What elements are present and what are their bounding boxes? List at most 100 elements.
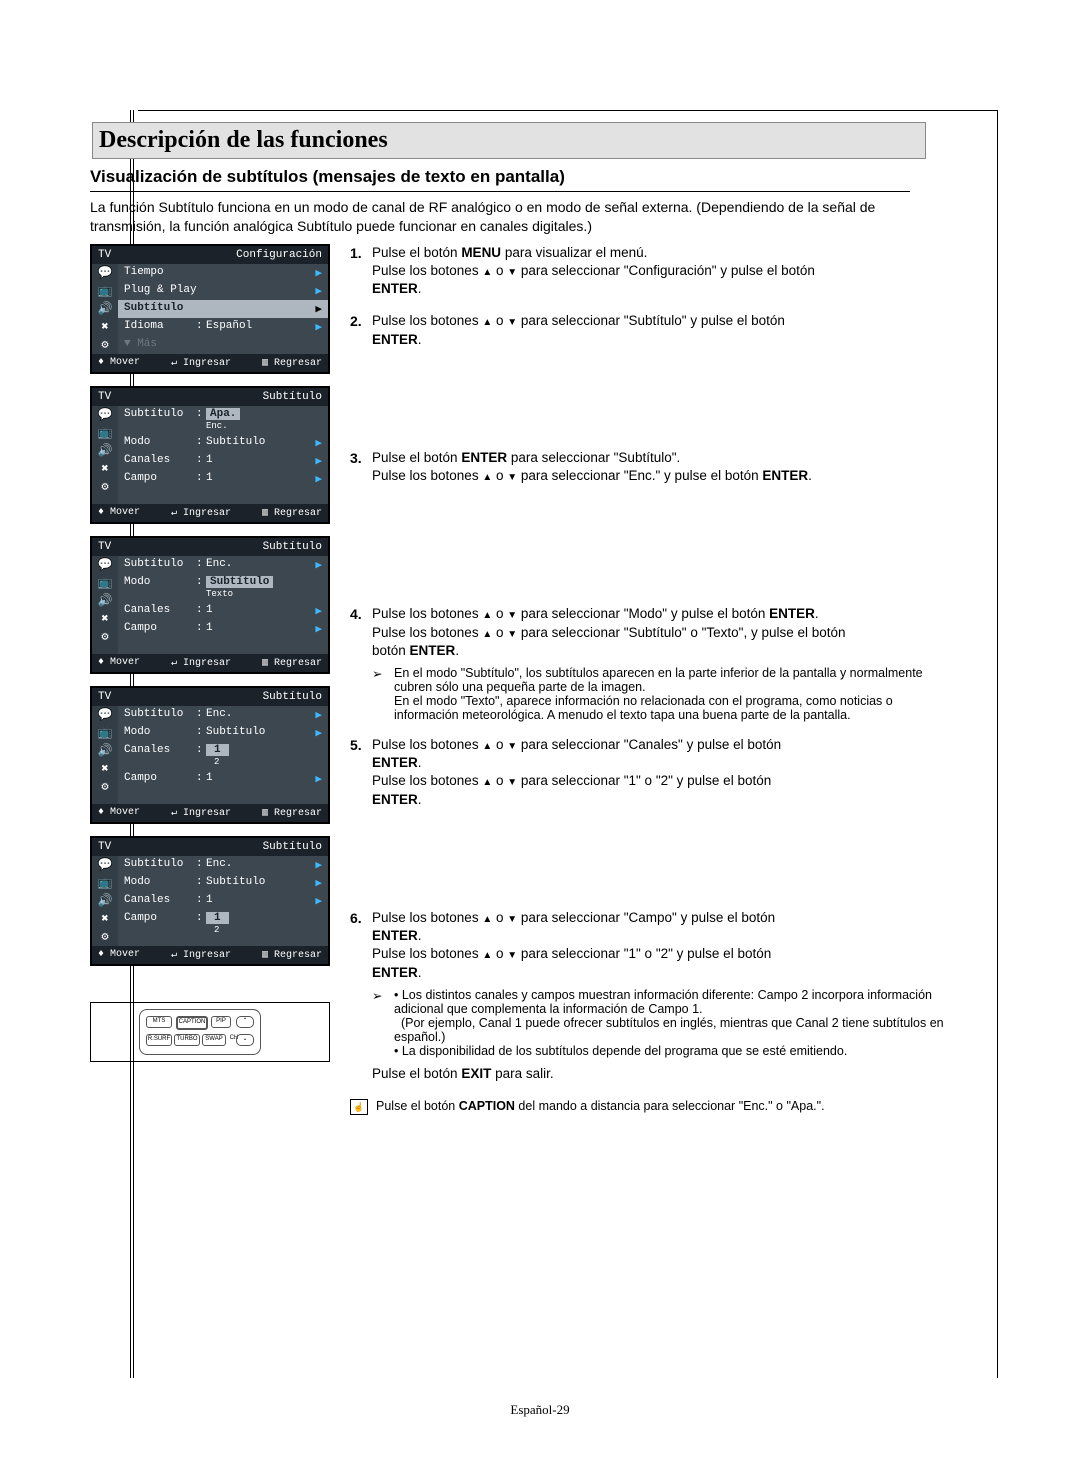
osd-mover: Mover [110,949,140,960]
text: Pulse los botones [372,737,482,752]
text: . [418,281,422,296]
intro-text: La función Subtítulo funciona en un modo… [90,198,910,236]
key-name: ENTER [372,332,418,347]
osd-value-highlight: 1 [206,744,229,756]
exit-line: Pulse el botón EXIT para salir. [372,1066,950,1081]
osd-return: Regresar [274,358,322,369]
osd-item: Campo [124,472,196,484]
osd-value: Subtítulo [206,876,315,888]
step-5: 5. Pulse los botones o para seleccionar … [350,736,950,809]
osd-item: Plug & Play [124,284,244,296]
text: para seleccionar "Modo" y pulse el botón [517,606,769,621]
osd-value: Enc. [206,708,315,720]
up-icon [482,946,492,961]
text: o [492,606,507,621]
text: Pulse el botón [372,450,461,465]
step-6: 6. Pulse los botones o para seleccionar … [350,909,950,982]
text: para seleccionar "1" o "2" y pulse el bo… [517,773,771,788]
up-icon [482,737,492,752]
osd-more: ▼ Más [124,338,157,350]
text: para seleccionar "Subtítulo" o "Texto", … [517,625,845,640]
down-icon [507,468,517,483]
osd-enter: Ingresar [183,508,231,519]
osd-item: Idioma [124,320,196,332]
up-icon [482,625,492,640]
text: Pulse los botones [372,910,482,925]
section-title: Descripción de las funciones [92,122,926,159]
text: para visualizar el menú. [501,245,647,260]
text: para seleccionar "Canales" y pulse el bo… [517,737,781,752]
osd-menu-subtitulo-3: TVSubtítulo 💬📺🔊✖⚙ Subtítulo:Enc.▶ Modo:S… [90,686,330,824]
osd-value: Enc. [206,558,315,570]
osd-value: 1 [206,454,315,466]
text: Pulse los botones [372,773,482,788]
osd-header-tv: TV [98,249,111,261]
key-name: ENTER [372,755,418,770]
osd-menu-configuracion: TVConfiguración 💬📺🔊✖⚙ Tiempo▶ Plug & Pla… [90,244,330,374]
osd-value-highlight: 1 [206,912,229,924]
osd-item: Subtítulo [124,708,196,720]
up-icon [482,263,492,278]
text: Pulse el botón [372,1066,461,1081]
text: o [492,468,507,483]
osd-mover: Mover [110,657,140,668]
remote-btn: PIP [211,1016,231,1028]
up-icon [482,606,492,621]
text: Pulse los botones [372,263,482,278]
text: o [492,910,507,925]
sub-title: Visualización de subtítulos (mensajes de… [90,167,910,192]
down-icon [507,606,517,621]
osd-header-title: Subtítulo [263,691,322,703]
note-4: ➢ En el modo "Subtítulo", los subtítulos… [372,666,950,722]
osd-header-title: Subtítulo [263,841,322,853]
note-text: En el modo "Texto", aparece información … [394,694,893,722]
text: del mando a distancia para seleccionar "… [515,1099,825,1113]
osd-item: Canales [124,604,196,616]
osd-mover: Mover [110,507,140,518]
step-2: 2. Pulse los botones o para seleccionar … [350,312,950,348]
note-6: ➢ • Los distintos canales y campos muest… [372,988,950,1058]
key-name: ENTER [410,643,456,658]
text: Pulse el botón [376,1099,459,1113]
text: Pulse los botones [372,606,482,621]
osd-enter: Ingresar [183,358,231,369]
down-icon [507,910,517,925]
remote-btn: SWAP [202,1034,226,1046]
osd-item: Modo [124,436,196,448]
osd-value: 1 [206,894,315,906]
page-number: Español-29 [0,1402,1080,1418]
osd-header-title: Configuración [236,249,322,261]
osd-header-tv: TV [98,541,111,553]
down-icon [507,773,517,788]
osd-value: 1 [206,472,315,484]
osd-return: Regresar [274,950,322,961]
osd-menu-subtitulo-1: TVSubtítulo 💬📺🔊✖⚙ Subtítulo:Apa.Enc. Mod… [90,386,330,524]
osd-item: Subtítulo [124,408,196,420]
osd-header-tv: TV [98,691,111,703]
text: o [492,313,507,328]
osd-header-tv: TV [98,391,111,403]
text: para seleccionar "Configuración" y pulse… [517,263,815,278]
text: Pulse los botones [372,946,482,961]
osd-value: 1 [206,604,315,616]
osd-value: 1 [206,772,315,784]
key-name: ENTER [769,606,815,621]
osd-item: Subtítulo [124,858,196,870]
osd-item: Campo [124,772,196,784]
text: . [815,606,819,621]
osd-item: Modo [124,726,196,738]
text: . [418,332,422,347]
text: o [492,263,507,278]
note-text: (Por ejemplo, Canal 1 puede ofrecer subt… [394,1016,944,1044]
osd-item: Modo [124,576,196,588]
tip-line: ☝ Pulse el botón CAPTION del mando a dis… [350,1099,950,1115]
text: o [492,773,507,788]
osd-value: Enc. [206,858,315,870]
key-name: EXIT [461,1066,491,1081]
steps-column: 1. Pulse el botón MENU para visualizar e… [350,244,950,1115]
osd-item-highlight: Subtítulo [124,302,196,314]
key-name: MENU [461,245,501,260]
osd-return: Regresar [274,658,322,669]
osd-value-alt: 2 [206,757,219,767]
osd-header-tv: TV [98,841,111,853]
